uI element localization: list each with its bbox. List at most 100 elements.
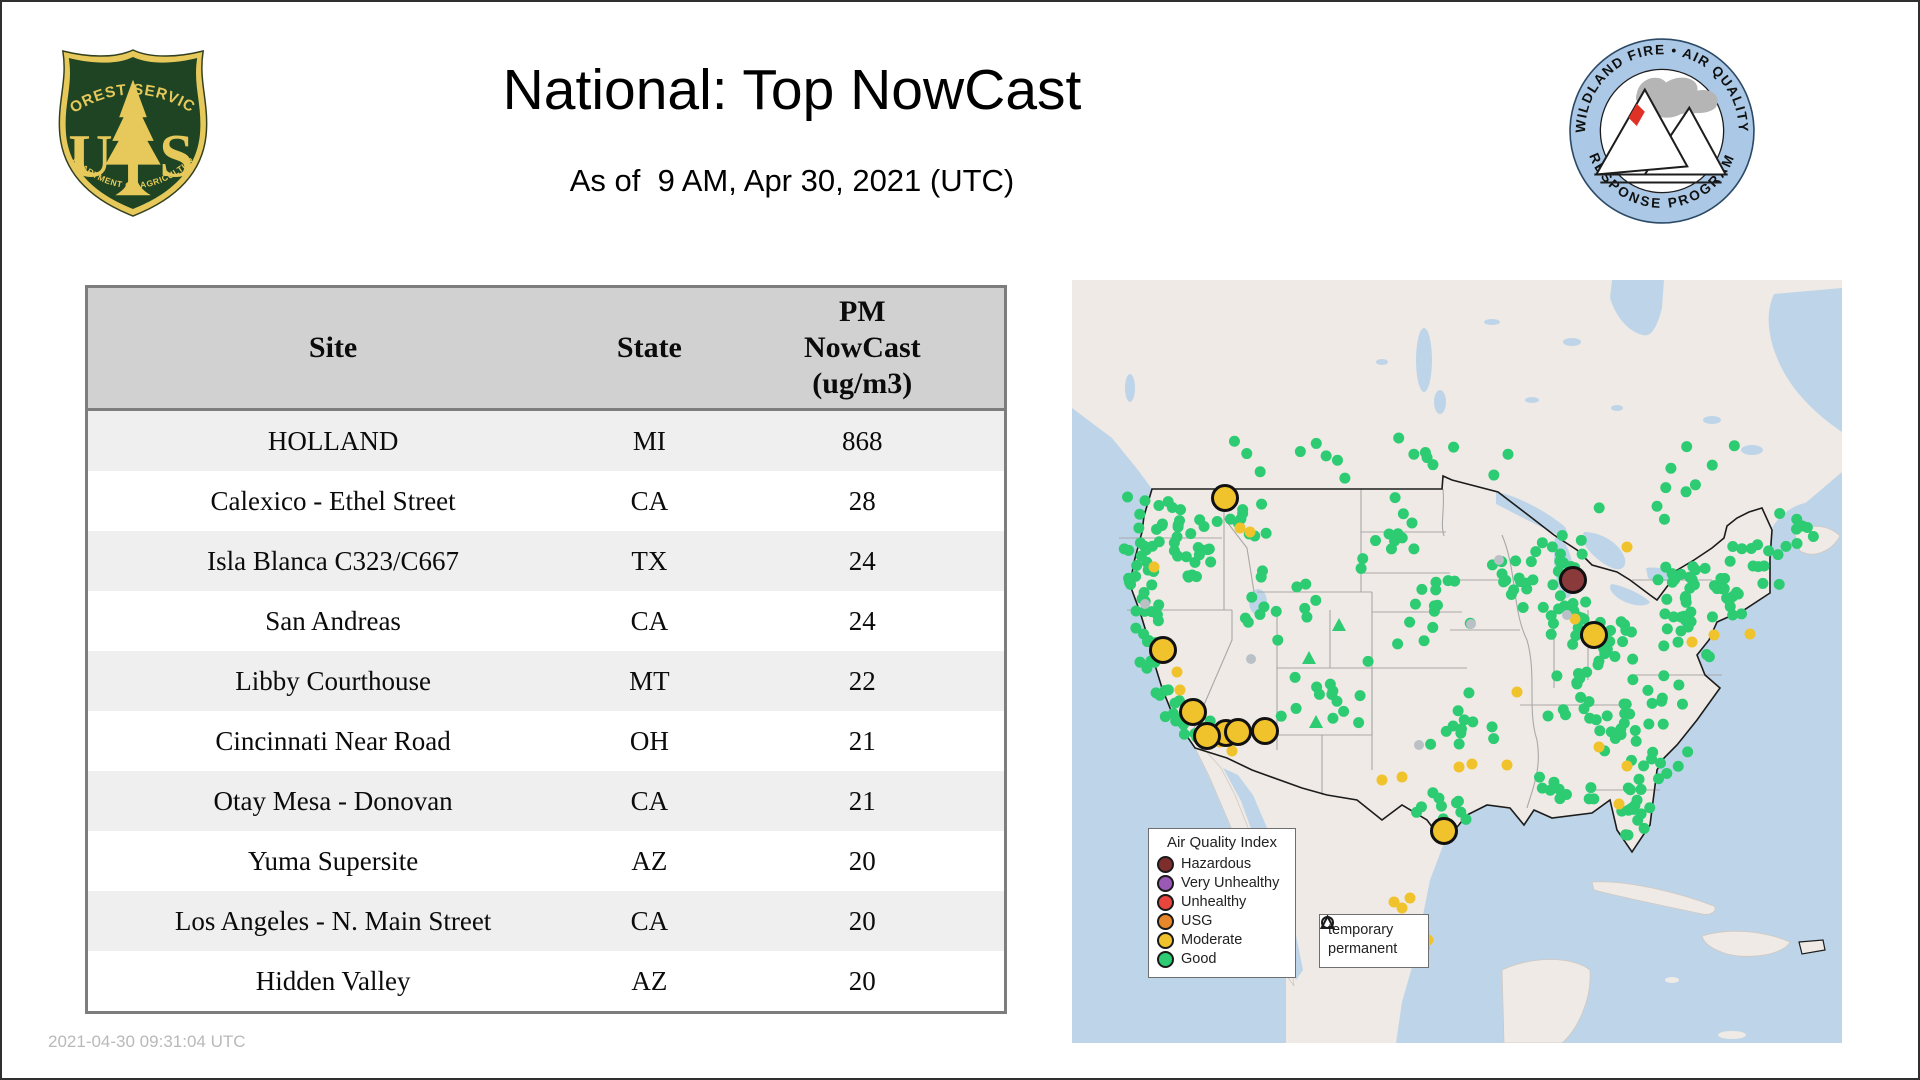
good-monitor-dot [1139, 495, 1151, 507]
good-monitor-dot [1455, 727, 1467, 739]
good-monitor-dot [1542, 710, 1554, 722]
table-row: Yuma Supersite AZ 20 [86, 831, 1006, 891]
good-monitor-dot [1254, 466, 1266, 478]
top-site-marker [1211, 484, 1239, 512]
good-monitor-dot [1646, 753, 1658, 765]
good-monitor-dot [1496, 568, 1508, 580]
legend-label-temporary: temporary [1328, 922, 1394, 938]
forest-service-shield-icon: FOREST SERVICE U S DEPARTMENT OF AGRICUL… [43, 31, 208, 217]
table-row: Calexico - Ethel Street CA 28 [86, 471, 1006, 531]
good-monitor-dot [1653, 773, 1665, 785]
good-monitor-dot [1415, 801, 1427, 813]
good-monitor-dot [1451, 797, 1463, 809]
aqi-color-swatch [1157, 913, 1174, 930]
report-page: { "header": { "title": "National: Top No… [0, 0, 1920, 1080]
moderate-monitor-dot [1376, 774, 1388, 786]
cell-state: MI [578, 409, 721, 471]
cell-value: 24 [720, 531, 1006, 591]
good-monitor-dot [1488, 469, 1500, 481]
good-monitor-dot [1448, 441, 1460, 453]
no-data-monitor-dot [1562, 610, 1572, 620]
moderate-monitor-dot [1686, 636, 1698, 648]
good-monitor-dot [1547, 617, 1559, 629]
good-monitor-dot [1774, 507, 1786, 519]
cell-value: 20 [720, 951, 1006, 1013]
table-row: Libby Courthouse MT 22 [86, 651, 1006, 711]
cell-site: Los Angeles - N. Main Street [86, 891, 579, 951]
good-monitor-dot [1715, 573, 1727, 585]
good-monitor-dot [1672, 760, 1684, 772]
good-monitor-dot [1289, 671, 1301, 683]
good-monitor-dot [1198, 521, 1210, 533]
good-monitor-dot [1807, 531, 1819, 543]
good-monitor-dot [1534, 771, 1546, 783]
good-monitor-dot [1601, 710, 1613, 722]
no-data-monitor-dot [1414, 740, 1424, 750]
cell-state: MT [578, 651, 721, 711]
good-monitor-dot [1408, 448, 1420, 460]
good-monitor-dot [1421, 452, 1433, 464]
good-monitor-dot [1406, 517, 1418, 529]
cell-state: CA [578, 771, 721, 831]
table-row: Hidden Valley AZ 20 [86, 951, 1006, 1013]
aqi-legend-label: Moderate [1181, 932, 1243, 948]
aqi-legend-label: Unhealthy [1181, 894, 1247, 910]
good-monitor-dot [1554, 548, 1566, 560]
good-monitor-dot [1657, 718, 1669, 730]
good-monitor-dot [1393, 432, 1405, 444]
page-title: National: Top NowCast [502, 58, 1082, 122]
good-monitor-dot [1660, 561, 1672, 573]
good-monitor-dot [1537, 601, 1549, 613]
moderate-monitor-dot [1396, 902, 1408, 914]
good-monitor-dot [1570, 630, 1582, 642]
aqi-color-swatch [1157, 856, 1174, 873]
good-monitor-dot [1609, 651, 1621, 663]
good-monitor-dot [1246, 591, 1258, 603]
good-monitor-dot [1630, 735, 1642, 747]
report-header: National: Top NowCast As of 9 AM, Apr 30… [232, 2, 1352, 199]
good-monitor-dot [1527, 574, 1539, 586]
good-monitor-dot [1430, 576, 1442, 588]
good-monitor-dot [1338, 705, 1350, 717]
good-monitor-dot [1133, 522, 1145, 534]
good-monitor-dot [1615, 729, 1627, 741]
top-site-marker [1149, 636, 1177, 664]
good-monitor-dot [1515, 576, 1527, 588]
good-monitor-dot [1442, 575, 1454, 587]
table-row: Otay Mesa - Donovan CA 21 [86, 771, 1006, 831]
aqi-legend-item: Unhealthy [1157, 894, 1287, 911]
cell-state: CA [578, 471, 721, 531]
good-monitor-dot [1256, 498, 1268, 510]
good-monitor-dot [1156, 519, 1168, 531]
aqi-color-swatch [1157, 951, 1174, 968]
generated-timestamp: 2021-04-30 09:31:04 UTC [48, 1032, 246, 1051]
cell-state: OH [578, 711, 721, 771]
good-monitor-dot [1134, 508, 1146, 520]
good-monitor-dot [1416, 583, 1428, 595]
good-monitor-dot [1383, 528, 1395, 540]
good-monitor-dot [1585, 782, 1597, 794]
legend-item-permanent: permanent [1320, 915, 1420, 958]
no-data-monitor-dot [1246, 654, 1256, 664]
good-monitor-dot [1560, 709, 1572, 721]
good-monitor-dot [1627, 653, 1639, 665]
good-monitor-dot [1706, 611, 1718, 623]
marker-type-legend: temporary permanent [1319, 914, 1429, 968]
cell-site: Libby Courthouse [86, 651, 579, 711]
good-monitor-dot [1428, 600, 1440, 612]
good-monitor-dot [1646, 697, 1658, 709]
top-site-marker [1224, 718, 1252, 746]
moderate-monitor-dot [1148, 561, 1160, 573]
moderate-monitor-dot [1708, 629, 1720, 641]
good-monitor-dot [1162, 684, 1174, 696]
good-monitor-dot [1622, 829, 1634, 841]
cell-value: 24 [720, 591, 1006, 651]
good-monitor-dot [1228, 435, 1240, 447]
cell-site: Isla Blanca C323/C667 [86, 531, 579, 591]
moderate-monitor-dot [1466, 758, 1478, 770]
good-monitor-dot [1123, 544, 1135, 556]
good-monitor-dot [1153, 536, 1165, 548]
good-monitor-dot [1686, 574, 1698, 586]
aqi-color-swatch [1157, 875, 1174, 892]
good-monitor-dot [1567, 598, 1579, 610]
